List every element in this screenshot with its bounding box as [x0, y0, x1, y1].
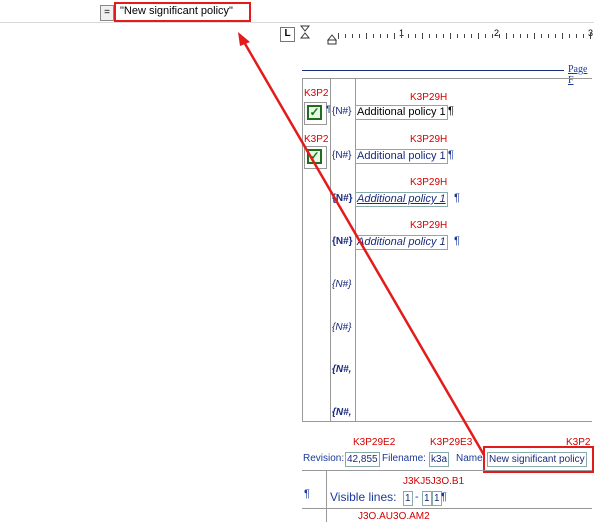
ruler-tick — [534, 33, 535, 39]
pilcrow: ¶ — [454, 192, 460, 204]
policy-field[interactable]: Additional policy 1 — [355, 235, 448, 250]
revision-field[interactable]: 42,855 — [345, 452, 380, 467]
filename-tag: K3P29E3 — [430, 437, 473, 448]
row-label: K3P29H — [410, 177, 448, 188]
field-code: {N#, — [332, 407, 352, 418]
filename-label: Filename: — [382, 453, 426, 464]
field-code: {N#} — [332, 106, 352, 117]
dash: - — [415, 491, 419, 503]
page-divider-line — [302, 70, 564, 71]
equals-sign: = — [100, 5, 114, 21]
pilcrow-small: ¶ — [326, 104, 331, 114]
ruler-tick — [471, 34, 472, 38]
tab-stop-button[interactable]: L — [280, 27, 295, 42]
ruler-tick — [457, 34, 458, 38]
field-code: {N#} — [332, 193, 353, 204]
field-code: {N#, — [332, 364, 352, 375]
formula-value[interactable]: "New significant policy" — [114, 2, 251, 22]
table-border — [302, 78, 303, 421]
checkbox-icon[interactable]: ✓ — [307, 105, 322, 120]
table-border — [302, 470, 592, 471]
horizontal-ruler[interactable]: 1 2 3 — [298, 23, 594, 45]
ruler-tick — [422, 33, 423, 39]
bottom-tag: J3O.AU3O.AM2 — [358, 511, 430, 522]
ruler-tick — [359, 34, 360, 38]
page-link[interactable]: Page F — [568, 64, 594, 86]
ruler-tick — [513, 34, 514, 38]
ruler-tick — [401, 34, 402, 38]
ruler-tick — [548, 34, 549, 38]
visible-tag: J3KJ5J3O.B1 — [403, 476, 465, 487]
pilcrow: ¶ — [448, 149, 454, 161]
policy-field[interactable]: Additional policy 1 — [355, 105, 448, 120]
table-border — [302, 508, 592, 509]
ruler-tick — [345, 34, 346, 38]
pilcrow: ¶ — [454, 235, 460, 247]
name-label: Name — [456, 453, 483, 464]
ruler-tick — [506, 33, 507, 39]
row-label: K3P29H — [410, 134, 448, 145]
ruler-tick — [492, 34, 493, 38]
ruler-tick — [464, 34, 465, 38]
ruler-tick — [415, 34, 416, 38]
ruler-tick — [429, 34, 430, 38]
field-code: {N#} — [332, 150, 352, 161]
table-border — [302, 421, 592, 422]
ruler-tick — [576, 34, 577, 38]
ruler-tick — [562, 33, 563, 39]
revision-tag: K3P29E2 — [353, 437, 396, 448]
field-code: {N#} — [332, 279, 352, 290]
table-border — [326, 470, 327, 522]
row-tag: K3P2 — [304, 88, 329, 99]
field-code: {N#} — [332, 322, 352, 333]
ruler-tick — [555, 34, 556, 38]
visible-to-field[interactable]: 1 — [422, 491, 432, 506]
left-pane — [0, 45, 297, 522]
ruler-tick — [338, 33, 339, 39]
name-field[interactable]: New significant policy — [487, 452, 587, 467]
row-label: K3P29H — [410, 220, 448, 231]
formula-bar — [0, 0, 594, 23]
checkbox-icon[interactable]: ✓ — [307, 149, 322, 164]
revision-label: Revision: — [303, 453, 345, 464]
ruler-tick — [583, 34, 584, 38]
ruler-tick — [408, 34, 409, 38]
ruler-tick — [352, 34, 353, 38]
ruler-tick — [485, 34, 486, 38]
ruler-tick — [380, 34, 381, 38]
ruler-tick — [436, 34, 437, 38]
row-tag: K3P2 — [304, 134, 329, 145]
hanging-indent-icon[interactable] — [327, 33, 337, 45]
ruler-tick — [443, 34, 444, 38]
ruler-tick — [527, 34, 528, 38]
visible-lines-label: Visible lines: — [330, 490, 397, 504]
pilcrow: ¶ — [304, 488, 310, 500]
ruler-tick — [394, 33, 395, 39]
ruler-tick — [499, 34, 500, 38]
policy-field[interactable]: Additional policy 1 — [355, 149, 448, 164]
ruler-tick — [590, 33, 591, 39]
policy-field[interactable]: Additional policy 1 — [355, 192, 448, 207]
ruler-tick — [373, 34, 374, 38]
pilcrow: ¶ — [448, 105, 454, 117]
pilcrow: ¶ — [441, 491, 447, 503]
ruler-tick — [366, 33, 367, 39]
ruler-tick — [569, 34, 570, 38]
visible-from-field[interactable]: 1 — [403, 491, 413, 506]
table-border — [330, 78, 331, 421]
ruler-tick — [387, 34, 388, 38]
row-label: K3P29H — [410, 92, 448, 103]
ruler-tick — [450, 33, 451, 39]
indent-marker-icon[interactable] — [300, 25, 314, 45]
filename-field[interactable]: k3a — [429, 452, 450, 467]
ruler-tick — [478, 33, 479, 39]
field-code: {N#} — [332, 236, 353, 247]
ruler-tick — [520, 34, 521, 38]
ruler-tick — [541, 34, 542, 38]
table-border — [302, 78, 592, 79]
